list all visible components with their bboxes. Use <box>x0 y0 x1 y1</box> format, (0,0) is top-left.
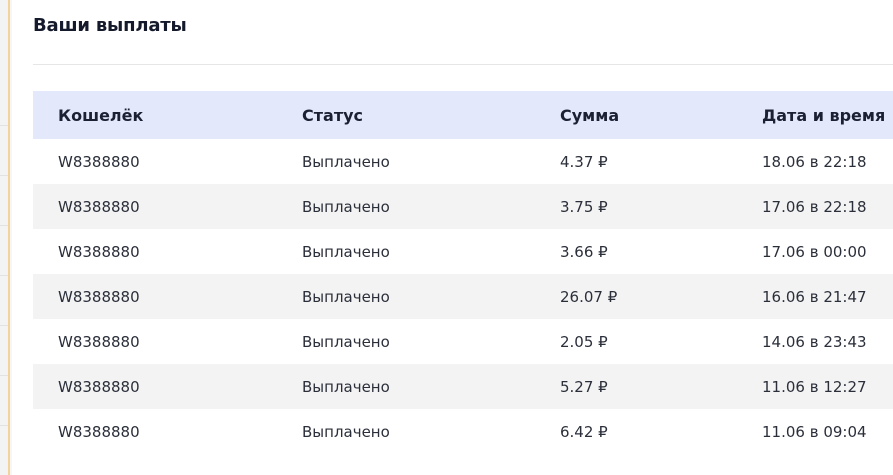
table-header-row: Кошелёк Статус Сумма Дата и время <box>33 91 893 139</box>
datetime-cell: 11.06 в 09:04 <box>762 422 867 441</box>
wallet-cell: W8388880 <box>58 377 140 396</box>
amount-cell: 5.27 ₽ <box>560 377 608 396</box>
datetime-cell: 14.06 в 23:43 <box>762 332 867 351</box>
left-sidebar-edge <box>0 0 10 475</box>
sidebar-divider <box>0 275 8 276</box>
amount-cell: 26.07 ₽ <box>560 287 618 306</box>
sidebar-divider <box>0 375 8 376</box>
wallet-cell: W8388880 <box>58 332 140 351</box>
table-row: W8388880 Выплачено 2.05 ₽ 14.06 в 23:43 <box>33 319 893 364</box>
wallet-cell: W8388880 <box>58 242 140 261</box>
page-title: Ваши выплаты <box>33 15 187 36</box>
table-row: W8388880 Выплачено 6.42 ₽ 11.06 в 09:04 <box>33 409 893 454</box>
datetime-cell: 17.06 в 22:18 <box>762 197 867 216</box>
payouts-card: Ваши выплаты Кошелёк Статус Сумма Дата и… <box>12 0 893 475</box>
status-cell: Выплачено <box>302 422 390 441</box>
amount-cell: 3.75 ₽ <box>560 197 608 216</box>
column-header-datetime: Дата и время <box>762 105 886 125</box>
sidebar-divider <box>0 125 8 126</box>
status-cell: Выплачено <box>302 242 390 261</box>
sidebar-divider <box>0 425 8 426</box>
table-row: W8388880 Выплачено 26.07 ₽ 16.06 в 21:47 <box>33 274 893 319</box>
datetime-cell: 18.06 в 22:18 <box>762 152 867 171</box>
table-row: W8388880 Выплачено 3.66 ₽ 17.06 в 00:00 <box>33 229 893 274</box>
datetime-cell: 17.06 в 00:00 <box>762 242 867 261</box>
status-cell: Выплачено <box>302 287 390 306</box>
sidebar-divider <box>0 225 8 226</box>
status-cell: Выплачено <box>302 377 390 396</box>
status-cell: Выплачено <box>302 197 390 216</box>
wallet-cell: W8388880 <box>58 287 140 306</box>
wallet-cell: W8388880 <box>58 422 140 441</box>
table-row: W8388880 Выплачено 5.27 ₽ 11.06 в 12:27 <box>33 364 893 409</box>
table-row: W8388880 Выплачено 3.75 ₽ 17.06 в 22:18 <box>33 184 893 229</box>
datetime-cell: 16.06 в 21:47 <box>762 287 867 306</box>
wallet-cell: W8388880 <box>58 152 140 171</box>
amount-cell: 6.42 ₽ <box>560 422 608 441</box>
wallet-cell: W8388880 <box>58 197 140 216</box>
title-divider <box>33 64 893 65</box>
amount-cell: 3.66 ₽ <box>560 242 608 261</box>
column-header-status: Статус <box>302 105 363 125</box>
status-cell: Выплачено <box>302 152 390 171</box>
amount-cell: 2.05 ₽ <box>560 332 608 351</box>
sidebar-divider <box>0 175 8 176</box>
payouts-table: Кошелёк Статус Сумма Дата и время W83888… <box>33 91 893 454</box>
column-header-amount: Сумма <box>560 105 620 125</box>
amount-cell: 4.37 ₽ <box>560 152 608 171</box>
table-row: W8388880 Выплачено 4.37 ₽ 18.06 в 22:18 <box>33 139 893 184</box>
column-header-wallet: Кошелёк <box>58 105 144 125</box>
status-cell: Выплачено <box>302 332 390 351</box>
sidebar-divider <box>0 325 8 326</box>
datetime-cell: 11.06 в 12:27 <box>762 377 867 396</box>
